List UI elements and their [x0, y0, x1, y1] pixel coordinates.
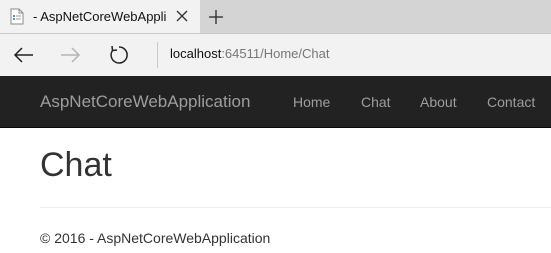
nav-link-about[interactable]: About	[420, 94, 457, 110]
tab-title: - AspNetCoreWebAppli	[33, 9, 167, 24]
toolbar-divider	[157, 42, 158, 68]
arrow-left-icon[interactable]	[12, 43, 36, 67]
nav-link-contact[interactable]: Contact	[487, 94, 535, 110]
close-icon[interactable]	[175, 9, 189, 23]
page-icon	[10, 8, 24, 25]
address-bar[interactable]: localhost:64511/Home/Chat	[170, 46, 329, 61]
plus-icon[interactable]	[206, 7, 226, 27]
site-brand-link[interactable]: AspNetCoreWebApplication	[40, 92, 250, 112]
nav-link-home[interactable]: Home	[293, 94, 330, 110]
address-host: localhost	[170, 46, 222, 61]
address-path: :64511/Home/Chat	[221, 46, 330, 61]
browser-toolbar: localhost:64511/Home/Chat	[0, 34, 551, 76]
arrow-right-icon[interactable]	[58, 43, 82, 67]
browser-tab-strip: - AspNetCoreWebAppli	[0, 0, 551, 34]
refresh-icon[interactable]	[107, 43, 131, 67]
nav-link-chat[interactable]: Chat	[361, 94, 391, 110]
browser-tab[interactable]: - AspNetCoreWebAppli	[0, 0, 200, 33]
page-title: Chat	[40, 146, 112, 184]
site-navbar: AspNetCoreWebApplication Home Chat About…	[0, 76, 551, 128]
footer-divider	[40, 207, 551, 208]
footer-text: © 2016 - AspNetCoreWebApplication	[40, 230, 271, 246]
